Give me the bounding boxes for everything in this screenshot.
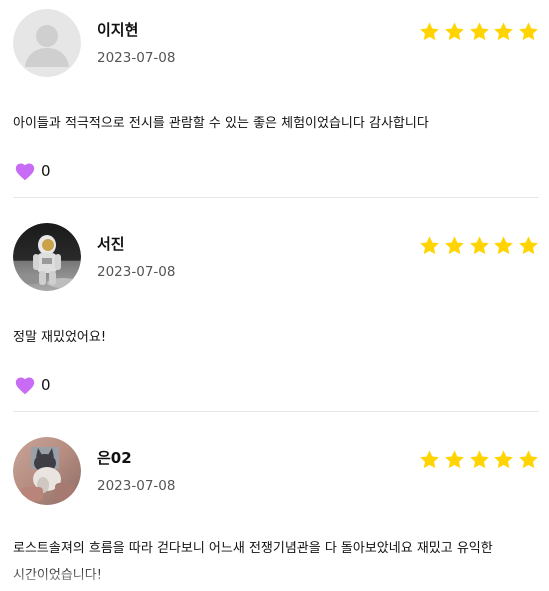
star-icon	[420, 235, 439, 254]
star-rating	[419, 447, 539, 471]
star-rating	[419, 19, 539, 43]
star-rating	[419, 233, 539, 257]
review-date: 2023-07-08	[97, 478, 176, 494]
star-icon	[519, 21, 538, 40]
star-icon	[494, 235, 514, 254]
star-icon	[469, 449, 489, 468]
like-count: 0	[41, 376, 51, 394]
review-date: 2023-07-08	[97, 50, 176, 66]
star-icon	[444, 21, 464, 40]
review-text: 로스트솔져의 흐름을 따라 걷다보니 어느새 전쟁기념관을 다 돌아보았네요 재…	[13, 541, 493, 583]
avatar	[13, 223, 81, 291]
divider	[13, 197, 539, 198]
reviewer-name: 은02	[97, 449, 132, 467]
like-button[interactable]: 0	[15, 159, 51, 183]
like-count: 0	[41, 162, 51, 180]
astronaut-photo	[13, 223, 81, 291]
reviewer-name: 이지현	[97, 21, 139, 39]
star-icon	[444, 235, 464, 254]
star-icon	[469, 21, 489, 40]
reviewer-name: 서진	[97, 235, 125, 253]
heart-icon	[15, 377, 35, 394]
star-icon	[519, 235, 538, 254]
heart-icon	[15, 163, 35, 180]
star-icon	[444, 449, 464, 468]
divider	[13, 411, 539, 412]
avatar	[13, 9, 81, 77]
star-icon	[494, 449, 514, 468]
star-icon	[420, 449, 439, 468]
like-button[interactable]: 0	[15, 373, 51, 397]
star-icon	[519, 449, 538, 468]
review-date: 2023-07-08	[97, 264, 176, 280]
star-icon	[494, 21, 514, 40]
star-icon	[469, 235, 489, 254]
review-text: 정말 재밌었어요!	[13, 330, 107, 345]
cat-photo	[13, 437, 81, 505]
review-text: 아이들과 적극적으로 전시를 관람할 수 있는 좋은 체험이었습니다 감사합니다	[13, 116, 429, 131]
avatar	[13, 437, 81, 505]
star-icon	[420, 21, 439, 40]
default-user-icon	[13, 9, 81, 77]
